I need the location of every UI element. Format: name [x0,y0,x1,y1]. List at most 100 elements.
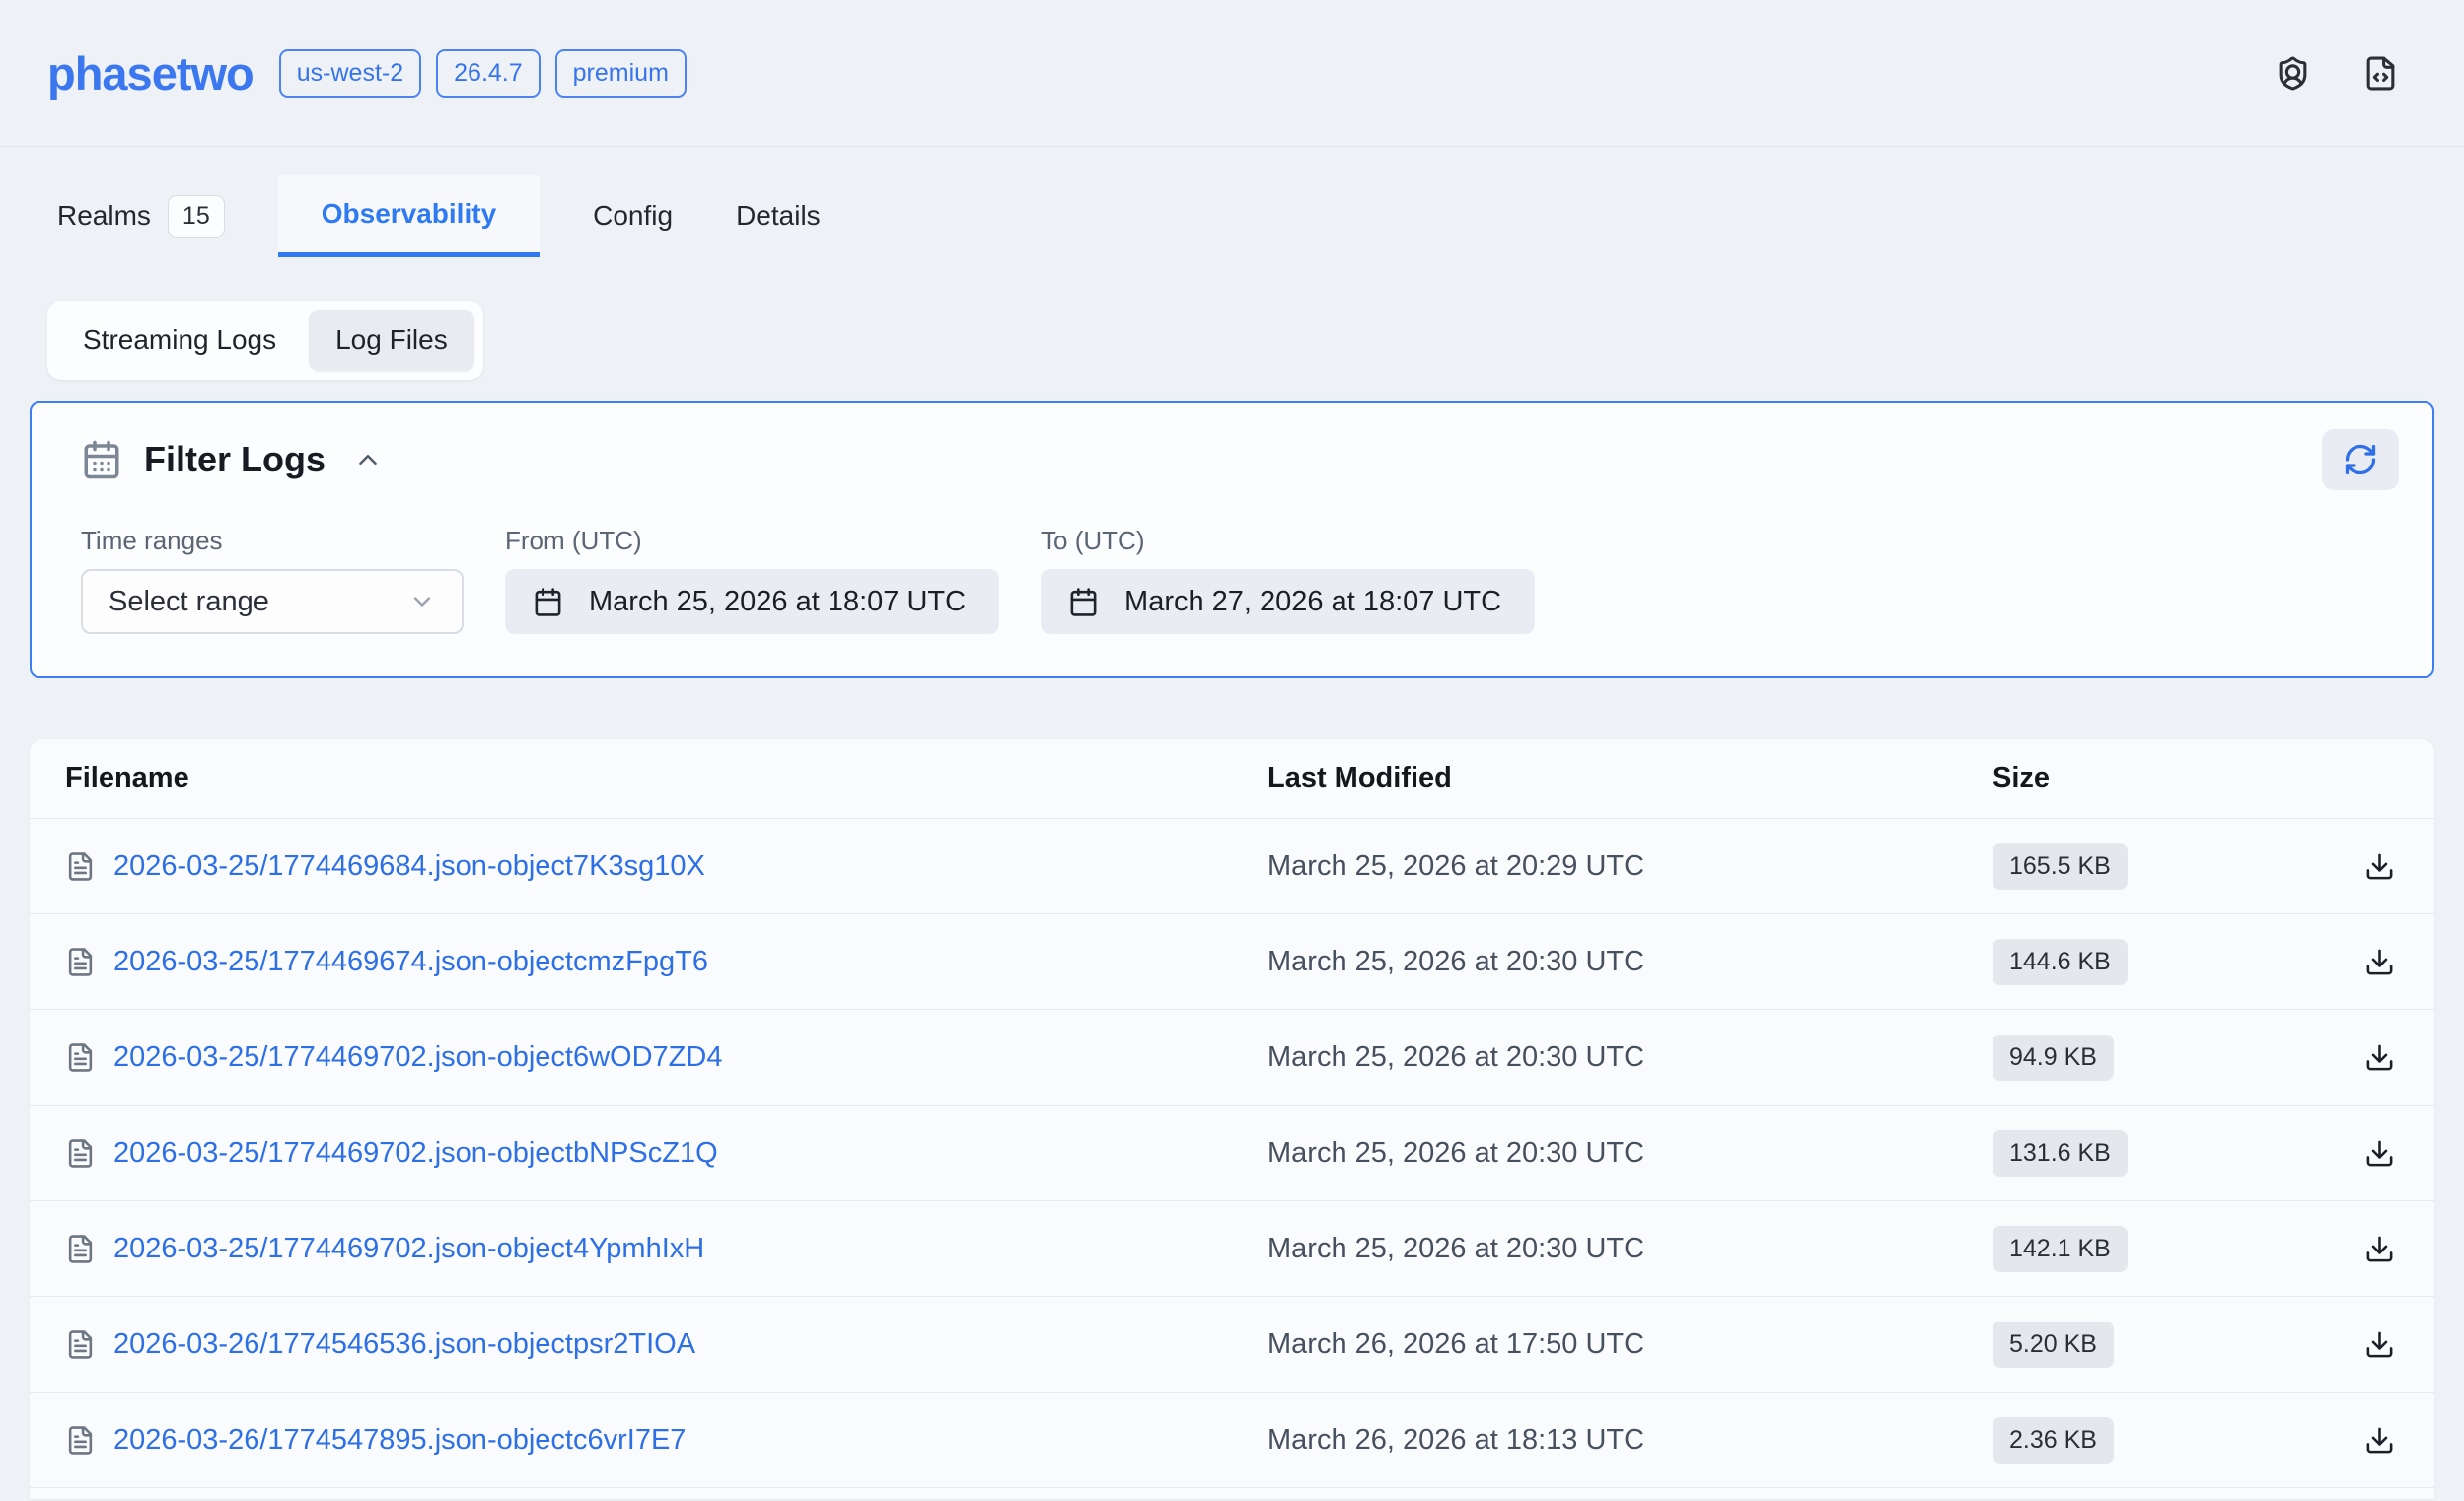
tab-observability[interactable]: Observability [278,175,540,257]
calendar-icon [1068,587,1099,617]
log-file-link[interactable]: 2026-03-26/1774547895.json-objectc6vrI7E… [113,1424,686,1457]
table-row: 2026-03-25/1774469702.json-object6wOD7ZD… [30,1009,2434,1105]
to-label: To (UTC) [1041,526,1535,556]
download-icon [2364,1425,2395,1456]
table-row: 2026-03-25/1774469702.json-object4YpmhIx… [30,1200,2434,1296]
main-tabs: Realms 15 Observability Config Details [0,175,2464,257]
from-field: From (UTC) March 25, 2026 at 18:07 UTC [505,526,999,634]
filename-cell: 2026-03-25/1774469702.json-object6wOD7ZD… [65,1041,1268,1074]
file-text-icon [65,1138,96,1169]
file-text-icon [65,1329,96,1360]
to-date-value: March 27, 2026 at 18:07 UTC [1124,586,1501,618]
last-modified-cell: March 26, 2026 at 18:13 UTC [1268,1424,1993,1457]
filename-cell: 2026-03-25/1774469702.json-object4YpmhIx… [65,1233,1268,1265]
from-date-button[interactable]: March 25, 2026 at 18:07 UTC [505,569,999,634]
from-label: From (UTC) [505,526,999,556]
download-button[interactable] [2360,847,2399,886]
file-text-icon [65,1234,96,1264]
filter-logs-panel: Filter Logs Time ranges Select range [30,401,2434,678]
filter-panel-title: Filter Logs [144,439,326,480]
table-row: 2026-03-25/1774469674.json-objectcmzFpgT… [30,913,2434,1009]
download-button[interactable] [2360,943,2399,981]
refresh-icon [2343,442,2378,477]
log-view-switcher: Streaming Logs Log Files [47,301,483,380]
filter-panel-header: Filter Logs [81,429,2399,490]
file-code-icon[interactable] [2362,55,2399,92]
download-button[interactable] [2360,1038,2399,1077]
size-badge: 2.36 KB [1993,1417,2114,1464]
log-file-link[interactable]: 2026-03-25/1774469702.json-object4YpmhIx… [113,1233,704,1265]
tab-realms[interactable]: Realms 15 [47,175,235,257]
download-icon [2364,947,2395,977]
size-cell: 144.6 KB [1993,939,2128,985]
size-cell: 165.5 KB [1993,843,2128,890]
filename-cell: 2026-03-26/1774547895.json-objectc6vrI7E… [65,1424,1268,1457]
tab-config-label: Config [593,200,673,232]
calendar-icon [533,587,563,617]
last-modified-cell: March 25, 2026 at 20:30 UTC [1268,946,1993,978]
download-icon [2364,851,2395,882]
region-badge: us-west-2 [279,49,421,98]
filename-cell: 2026-03-25/1774469684.json-object7K3sg10… [65,850,1268,883]
time-ranges-label: Time ranges [81,526,464,556]
size-badge: 94.9 KB [1993,1035,2114,1081]
subtab-log-files[interactable]: Log Files [309,310,474,371]
last-modified-cell: March 25, 2026 at 20:30 UTC [1268,1137,1993,1170]
partial-next-row [30,1487,2434,1499]
table-body: 2026-03-25/1774469684.json-object7K3sg10… [30,818,2434,1487]
size-cell: 142.1 KB [1993,1226,2128,1272]
chevron-down-icon [408,588,436,615]
download-button[interactable] [2360,1325,2399,1364]
filter-form: Time ranges Select range From (UTC) Marc [81,526,2399,634]
download-icon [2364,1234,2395,1264]
header-badge-group: us-west-2 26.4.7 premium [279,49,687,98]
log-file-link[interactable]: 2026-03-25/1774469684.json-object7K3sg10… [113,850,705,883]
log-files-table: Filename Last Modified Size 2026-03-25/1… [30,739,2434,1499]
plan-badge: premium [555,49,687,98]
column-size: Size [1993,762,2340,795]
download-icon [2364,1042,2395,1073]
table-row: 2026-03-26/1774546536.json-objectpsr2TIO… [30,1296,2434,1392]
log-file-link[interactable]: 2026-03-26/1774546536.json-objectpsr2TIO… [113,1328,695,1361]
tab-details[interactable]: Details [726,175,831,257]
tab-config[interactable]: Config [583,175,683,257]
table-row: 2026-03-26/1774547895.json-objectc6vrI7E… [30,1392,2434,1487]
last-modified-cell: March 25, 2026 at 20:30 UTC [1268,1233,1993,1265]
log-file-link[interactable]: 2026-03-25/1774469674.json-objectcmzFpgT… [113,946,708,978]
column-last-modified: Last Modified [1268,762,1993,795]
last-modified-cell: March 25, 2026 at 20:30 UTC [1268,1041,1993,1074]
last-modified-cell: March 26, 2026 at 17:50 UTC [1268,1328,1993,1361]
size-cell: 2.36 KB [1993,1417,2114,1464]
download-button[interactable] [2360,1421,2399,1460]
download-icon [2364,1138,2395,1169]
download-button[interactable] [2360,1134,2399,1173]
app-logo: phasetwo [47,46,254,101]
size-cell: 94.9 KB [1993,1035,2114,1081]
calendar-days-icon [81,439,122,480]
shield-user-icon[interactable] [2275,55,2311,92]
log-file-link[interactable]: 2026-03-25/1774469702.json-object6wOD7ZD… [113,1041,722,1074]
chevron-up-icon[interactable] [353,445,383,474]
version-badge: 26.4.7 [436,49,541,98]
size-badge: 5.20 KB [1993,1322,2114,1368]
filename-cell: 2026-03-25/1774469702.json-objectbNPScZ1… [65,1137,1268,1170]
size-badge: 165.5 KB [1993,843,2128,890]
from-date-value: March 25, 2026 at 18:07 UTC [589,586,966,618]
realms-count-badge: 15 [168,195,225,238]
last-modified-cell: March 25, 2026 at 20:29 UTC [1268,850,1993,883]
file-text-icon [65,947,96,977]
time-range-select-value: Select range [109,586,269,618]
header-icons [2275,55,2417,92]
download-button[interactable] [2360,1230,2399,1268]
table-row: 2026-03-25/1774469702.json-objectbNPScZ1… [30,1105,2434,1200]
size-cell: 5.20 KB [1993,1322,2114,1368]
time-range-select[interactable]: Select range [81,569,464,634]
table-header: Filename Last Modified Size [30,739,2434,818]
file-text-icon [65,851,96,882]
to-date-button[interactable]: March 27, 2026 at 18:07 UTC [1041,569,1535,634]
filename-cell: 2026-03-25/1774469674.json-objectcmzFpgT… [65,946,1268,978]
refresh-button[interactable] [2322,429,2399,490]
filename-cell: 2026-03-26/1774546536.json-objectpsr2TIO… [65,1328,1268,1361]
subtab-streaming-logs[interactable]: Streaming Logs [56,310,303,371]
log-file-link[interactable]: 2026-03-25/1774469702.json-objectbNPScZ1… [113,1137,718,1170]
